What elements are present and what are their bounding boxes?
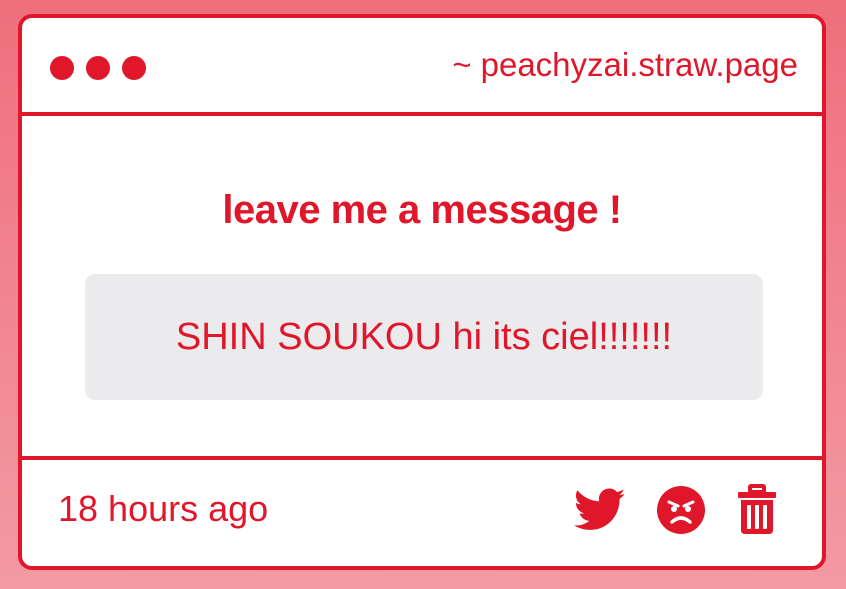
- window-titlebar: ~ peachyzai.straw.page: [22, 18, 822, 116]
- page-title: leave me a message !: [222, 188, 622, 232]
- window-dot-1[interactable]: [50, 56, 74, 80]
- page-url: ~ peachyzai.straw.page: [452, 46, 798, 83]
- delete-button[interactable]: [736, 484, 778, 536]
- message-box: SHIN SOUKOU hi its ciel!!!!!!!: [85, 274, 763, 400]
- message-card: ~ peachyzai.straw.page leave me a messag…: [18, 14, 826, 570]
- timestamp: 18 hours ago: [58, 488, 269, 529]
- react-angry-button[interactable]: [656, 485, 706, 535]
- trash-can-icon: [738, 484, 776, 534]
- message-content: leave me a message ! SHIN SOUKOU hi its …: [22, 116, 822, 466]
- message-text: SHIN SOUKOU hi its ciel!!!!!!!: [175, 315, 673, 358]
- window-dot-2[interactable]: [86, 56, 110, 80]
- footer-actions: [574, 484, 778, 536]
- angry-face-icon: [657, 486, 705, 534]
- twitter-bird-icon: [574, 488, 626, 530]
- window-controls: [50, 56, 146, 80]
- card-footer: 18 hours ago: [22, 456, 822, 566]
- window-dot-3[interactable]: [122, 56, 146, 80]
- twitter-share-button[interactable]: [574, 488, 626, 532]
